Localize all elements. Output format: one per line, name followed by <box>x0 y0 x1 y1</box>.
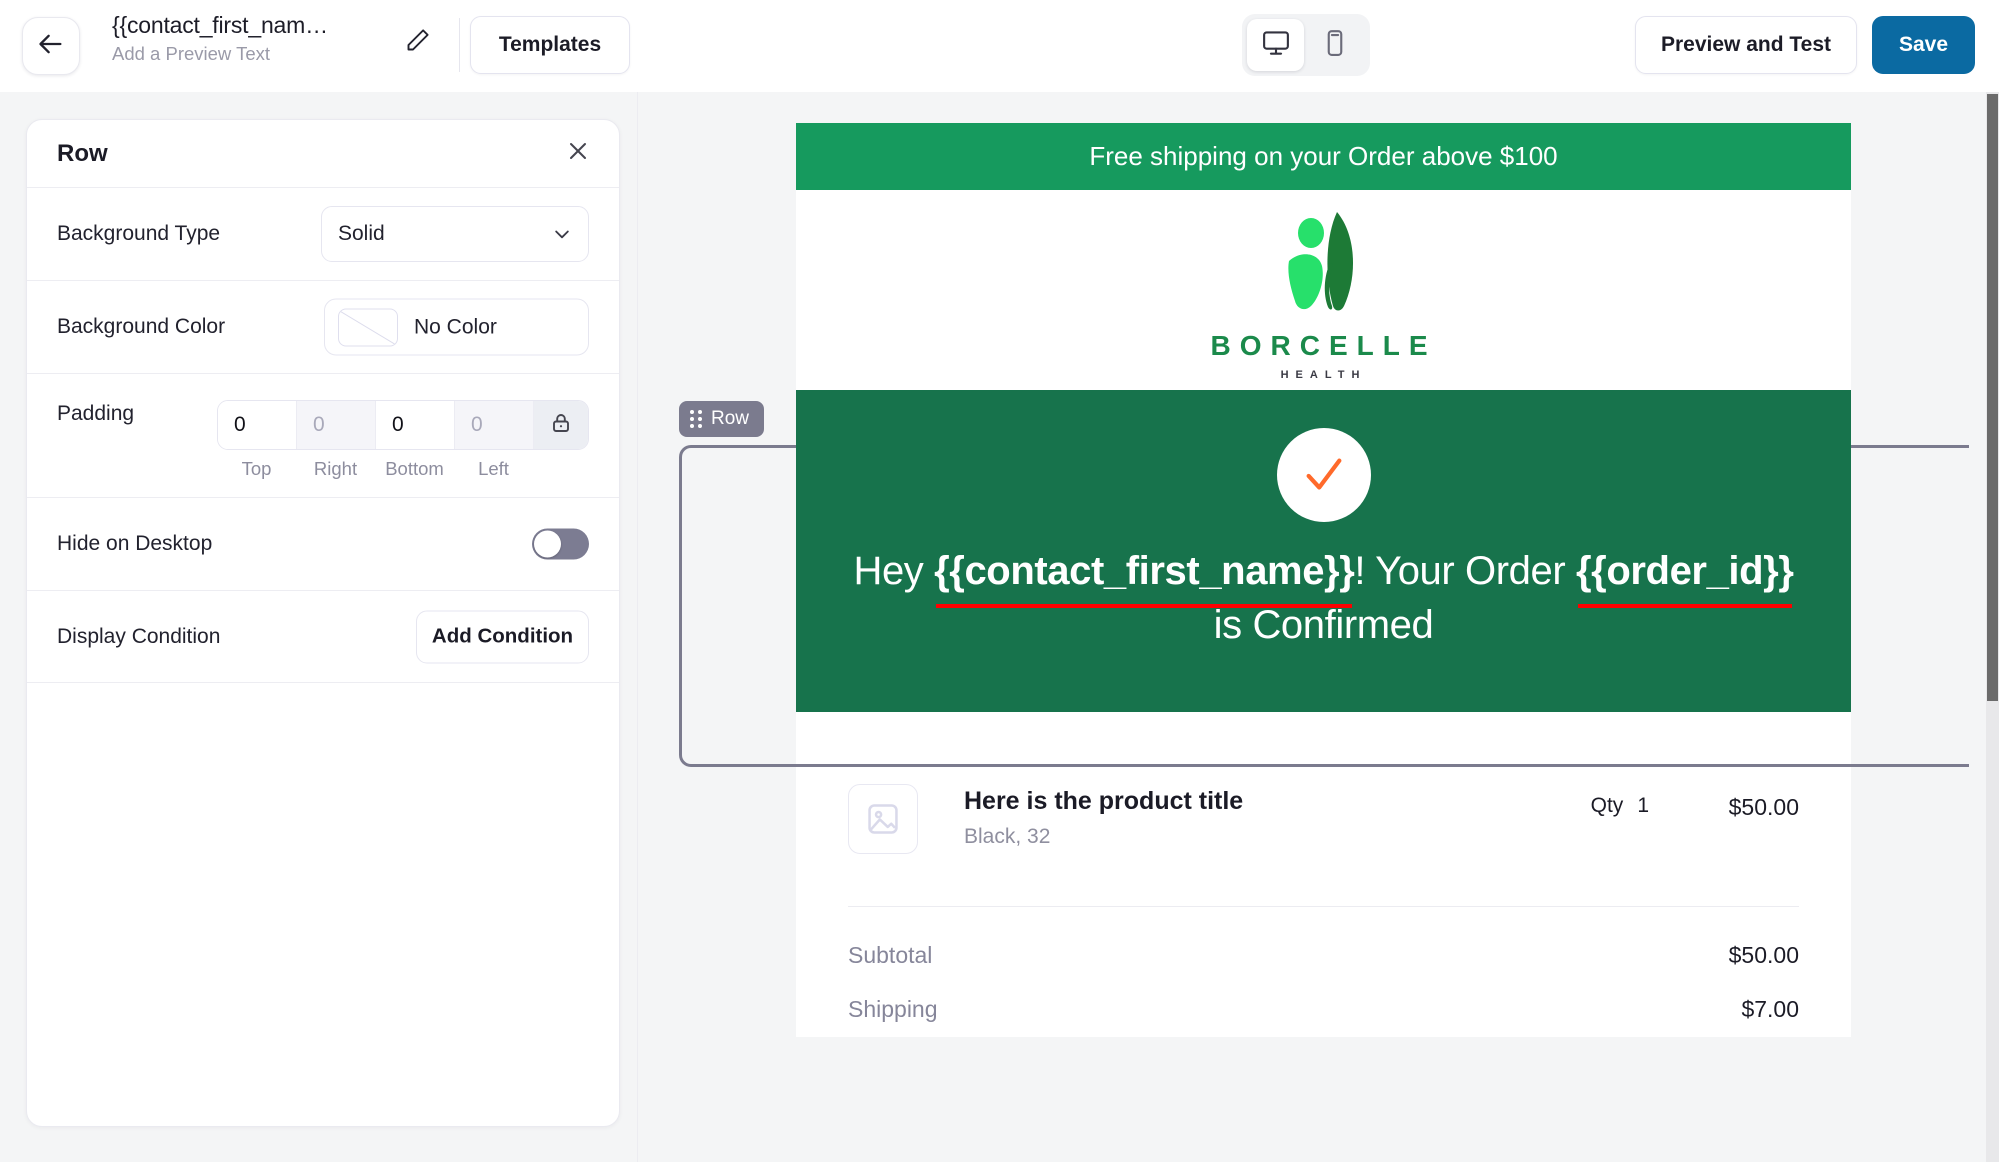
email-canvas: Free shipping on your Order above $100 B… <box>639 92 1999 1162</box>
qty-label: Qty <box>1590 794 1624 817</box>
background-type-value: Solid <box>338 222 385 245</box>
background-color-row: Background Color No Color <box>27 281 619 374</box>
device-preview-toggle[interactable] <box>1242 14 1370 76</box>
subtotal-label: Subtotal <box>848 941 933 968</box>
shipping-banner[interactable]: Free shipping on your Order above $100 <box>796 123 1851 190</box>
order-totals: Subtotal $50.00 Shipping $7.00 <box>796 907 1851 1037</box>
image-placeholder-icon <box>848 784 918 854</box>
totals-row-shipping: Shipping $7.00 <box>848 981 1799 1037</box>
preview-text-subtitle: Add a Preview Text <box>112 43 271 64</box>
row-drag-badge[interactable]: Row <box>679 401 765 437</box>
leaf-person-logo-icon <box>1249 206 1399 324</box>
qty-value: 1 <box>1637 794 1649 817</box>
shipping-value: $7.00 <box>1741 995 1799 1022</box>
hide-on-desktop-row: Hide on Desktop <box>27 498 619 591</box>
close-icon <box>566 139 590 168</box>
row-settings-panel: Row Background Type Solid Background Col… <box>26 119 620 1127</box>
product-info: Here is the product title Black, 32 <box>964 784 1243 849</box>
left-column: Row Background Type Solid Background Col… <box>0 92 638 1162</box>
padding-top-input[interactable]: 0 <box>218 401 297 449</box>
device-mobile-button[interactable] <box>1306 19 1363 71</box>
display-condition-label: Display Condition <box>57 624 221 648</box>
merge-tag-contact-first-name: {{contact_first_name}} <box>934 544 1355 608</box>
padding-bottom-input[interactable]: 0 <box>376 401 455 449</box>
top-bar: {{contact_first_nam… Add a Preview Text … <box>0 0 1999 92</box>
display-condition-row: Display Condition Add Condition <box>27 591 619 683</box>
pencil-icon <box>404 27 431 59</box>
merge-tag-order-id: {{order_id}} <box>1576 544 1794 608</box>
panel-title: Row <box>57 139 108 167</box>
page-title: {{contact_first_nam… <box>112 12 328 38</box>
preview-and-test-button[interactable]: Preview and Test <box>1635 16 1857 74</box>
lock-icon <box>549 411 573 440</box>
subtotal-value: $50.00 <box>1728 941 1799 968</box>
logo-wordmark: BORCELLE <box>1210 329 1437 361</box>
product-quantity: Qty 1 <box>1591 784 1649 818</box>
padding-side-labels: Top Right Bottom Left <box>217 458 589 480</box>
add-condition-button[interactable]: Add Condition <box>416 610 589 663</box>
confirm-text-a: Hey <box>853 549 935 593</box>
templates-button[interactable]: Templates <box>470 16 630 74</box>
row-badge-label: Row <box>711 408 750 429</box>
hide-on-desktop-label: Hide on Desktop <box>57 532 213 555</box>
background-color-label: Background Color <box>57 315 226 338</box>
background-color-picker[interactable]: No Color <box>324 298 589 356</box>
logo-tagline: HEALTH <box>1280 368 1367 381</box>
no-color-swatch <box>338 308 398 346</box>
workspace: Row Background Type Solid Background Col… <box>0 92 1999 1162</box>
padding-label-bottom: Bottom <box>385 458 444 479</box>
drag-handle-icon <box>690 410 702 428</box>
email-body: Free shipping on your Order above $100 B… <box>679 123 1969 1037</box>
padding-controls: 0 0 0 0 Top Right Bottom Left <box>217 400 589 480</box>
padding-label-right: Right <box>313 458 358 479</box>
padding-row: Padding 0 0 0 0 Top Right Bottom Left <box>27 374 619 498</box>
totals-row-subtotal: Subtotal $50.00 <box>848 907 1799 981</box>
shipping-label: Shipping <box>848 995 938 1022</box>
back-button[interactable] <box>22 17 80 75</box>
header-divider <box>459 18 460 72</box>
arrow-left-icon <box>37 30 65 63</box>
background-color-value: No Color <box>414 315 497 338</box>
chevron-down-icon <box>552 224 572 244</box>
confirmation-heading: Hey {{contact_first_name}}! Your Order {… <box>796 544 1851 652</box>
background-type-label: Background Type <box>57 222 221 245</box>
panel-header: Row <box>27 120 619 188</box>
product-row[interactable]: Here is the product title Black, 32 Qty … <box>796 712 1851 854</box>
edit-title-button[interactable] <box>398 24 436 62</box>
padding-label: Padding <box>57 402 135 425</box>
monitor-icon <box>1261 28 1291 63</box>
padding-right-input[interactable]: 0 <box>297 401 376 449</box>
product-price: $50.00 <box>1728 794 1799 820</box>
background-type-select[interactable]: Solid <box>321 206 589 262</box>
padding-left-input[interactable]: 0 <box>455 401 534 449</box>
product-title: Here is the product title <box>964 787 1244 815</box>
logo-block[interactable]: BORCELLE HEALTH <box>796 190 1851 390</box>
product-variant: Black, 32 <box>964 825 1051 848</box>
padding-label-left: Left <box>478 458 509 479</box>
save-button[interactable]: Save <box>1872 16 1975 74</box>
device-desktop-button[interactable] <box>1247 19 1304 71</box>
confirm-text-c: is Confirmed <box>1213 603 1434 647</box>
phone-icon <box>1320 28 1350 63</box>
hide-on-desktop-toggle[interactable] <box>532 528 589 560</box>
padding-inputs: 0 0 0 0 <box>217 400 589 450</box>
padding-label-top: Top <box>241 458 272 479</box>
toggle-knob <box>534 530 561 558</box>
canvas-scrollbar-track[interactable] <box>1986 92 1999 1162</box>
campaign-title-block: {{contact_first_nam… Add a Preview Text <box>112 12 372 65</box>
order-confirmation-section[interactable]: Hey {{contact_first_name}}! Your Order {… <box>796 390 1851 712</box>
check-circle-icon <box>1276 428 1371 522</box>
close-panel-button[interactable] <box>561 137 595 171</box>
canvas-scrollbar-thumb[interactable] <box>1987 94 1998 701</box>
background-type-row: Background Type Solid <box>27 188 619 281</box>
padding-lock-button[interactable] <box>534 401 588 449</box>
confirm-text-b: ! Your Order <box>1354 549 1566 593</box>
